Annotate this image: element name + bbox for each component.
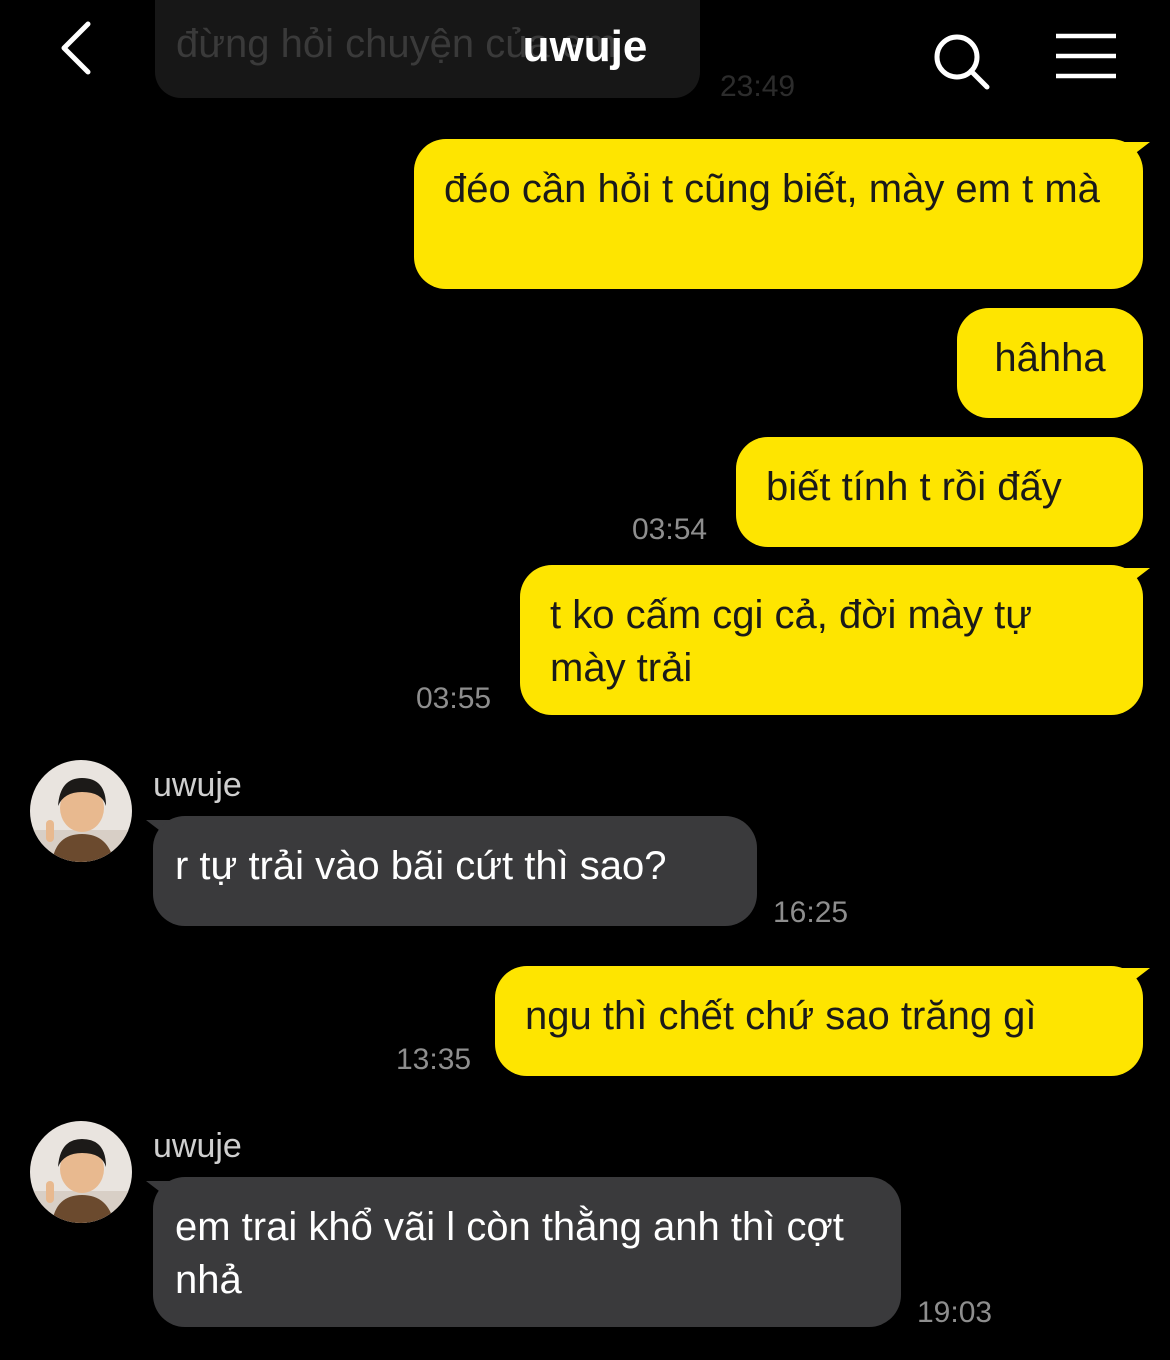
avatar[interactable] — [30, 1121, 132, 1223]
sender-name: uwuje — [153, 1127, 242, 1165]
previous-message-time: 23:49 — [720, 70, 796, 103]
sender-name: uwuje — [153, 766, 242, 804]
message-time: 16:25 — [773, 896, 849, 929]
message-text: biết tính t rồi đấy — [766, 465, 1062, 509]
message-time: 03:55 — [416, 682, 492, 715]
message-time: 13:35 — [396, 1043, 472, 1076]
avatar[interactable] — [30, 760, 132, 862]
message-text: đéo cần hỏi t cũng biết, mày em t mà — [444, 167, 1100, 211]
menu-button[interactable] — [1054, 32, 1118, 82]
search-button[interactable] — [930, 30, 994, 94]
message-bubble-received[interactable]: r tự trải vào bãi cứt thì sao? — [153, 816, 757, 926]
chat-screen: đừng hỏi chuyện của em 23:49 uwuje đéo c… — [0, 0, 1170, 1360]
message-bubble-sent[interactable]: t ko cấm cgi cả, đời mày tự mày trải — [520, 565, 1143, 715]
message-bubble-received[interactable]: em trai khổ vãi l còn thằng anh thì cợt … — [153, 1177, 901, 1327]
message-time: 03:54 — [632, 513, 708, 546]
message-text: t ko cấm cgi cả, đời mày tự mày trải — [550, 593, 1033, 690]
message-text: ngu thì chết chứ sao trăng gì — [525, 994, 1037, 1038]
message-bubble-sent[interactable]: biết tính t rồi đấy — [736, 437, 1143, 547]
message-bubble-sent[interactable]: đéo cần hỏi t cũng biết, mày em t mà — [414, 139, 1143, 289]
message-time: 19:03 — [917, 1296, 993, 1329]
chat-title: uwuje — [522, 22, 648, 71]
avatar-photo-icon — [30, 1121, 132, 1223]
avatar-photo-icon — [30, 760, 132, 862]
message-text: em trai khổ vãi l còn thằng anh thì cợt … — [175, 1205, 844, 1302]
search-icon — [934, 34, 990, 90]
hamburger-menu-icon — [1056, 33, 1116, 79]
message-bubble-sent[interactable]: ngu thì chết chứ sao trăng gì — [495, 966, 1143, 1076]
message-text: r tự trải vào bãi cứt thì sao? — [175, 844, 667, 888]
message-text: hâhha — [994, 336, 1106, 380]
message-bubble-sent[interactable]: hâhha — [957, 308, 1143, 418]
